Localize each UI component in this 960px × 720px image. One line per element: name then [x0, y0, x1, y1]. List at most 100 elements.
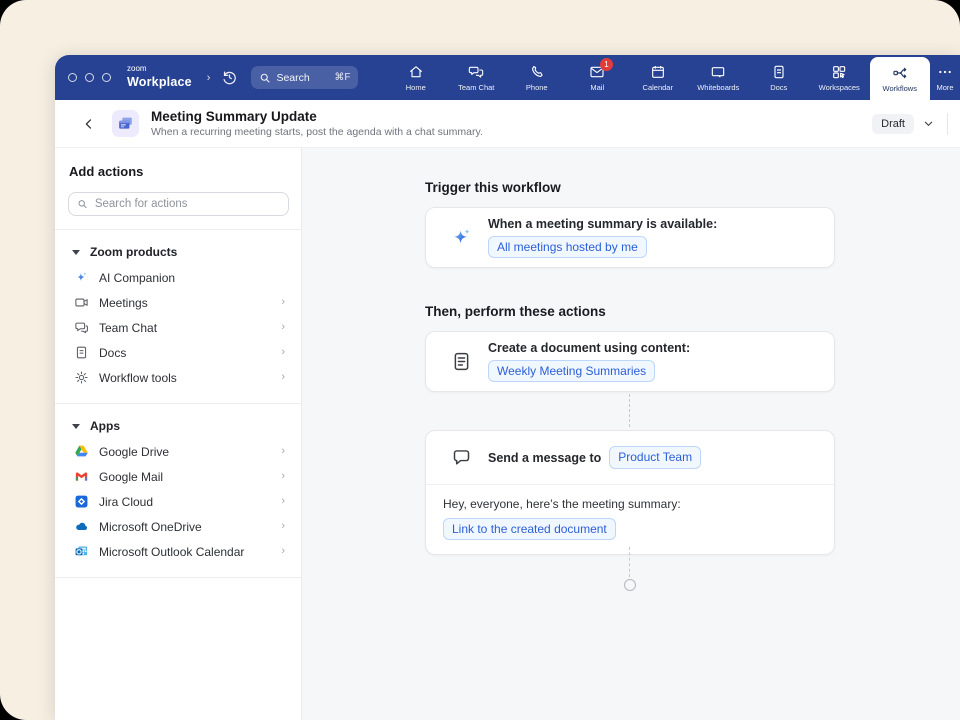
window-control-dot[interactable] [68, 73, 77, 82]
sidebar-divider [55, 229, 301, 230]
create-document-text: Create a document using content: [488, 341, 690, 355]
file-icon [73, 345, 89, 361]
actions-search-input[interactable] [93, 197, 280, 211]
logo-workplace-text: Workplace [127, 75, 192, 89]
nav-item-workflows[interactable]: Workflows [870, 57, 931, 100]
trigger-text: When a meeting summary is available: [488, 217, 717, 231]
chevron-right-icon: › [281, 322, 285, 333]
connector-line [629, 394, 630, 427]
logo-zoom-text: zoom [127, 65, 192, 73]
sidebar-item-meetings[interactable]: Meetings › [68, 290, 289, 315]
trigger-heading: Trigger this workflow [425, 180, 561, 195]
google-drive-icon [73, 444, 89, 460]
workflow-subtitle: When a recurring meeting starts, post th… [151, 126, 483, 138]
search-icon [259, 72, 271, 84]
gear-icon [73, 370, 89, 386]
chevron-right-icon[interactable]: › [207, 72, 211, 84]
connector-line [629, 547, 630, 577]
collapse-triangle-icon [72, 250, 80, 255]
nav-item-home[interactable]: Home [386, 55, 447, 100]
nav-item-calendar[interactable]: Calendar [628, 55, 689, 100]
meetings-icon [73, 295, 89, 311]
send-message-card[interactable]: Send a message to Product Team Hey, ever… [425, 430, 835, 555]
ai-sparkle-icon [450, 226, 473, 249]
more-icon [937, 64, 953, 80]
sidebar-item-microsoft-onedrive[interactable]: Microsoft OneDrive › [68, 514, 289, 539]
whiteboards-icon [710, 64, 726, 80]
ai-sparkle-icon [73, 270, 89, 286]
recipient-chip[interactable]: Product Team [609, 446, 701, 468]
chevron-right-icon: › [281, 372, 285, 383]
nav-item-phone[interactable]: Phone [507, 55, 568, 100]
docs-icon [771, 64, 787, 80]
nav-items: Home Team Chat Phone 1 Mail Calend [386, 55, 960, 100]
workflow-title: Meeting Summary Update [151, 109, 483, 124]
chevron-right-icon: › [281, 546, 285, 557]
section-apps[interactable]: Apps [72, 419, 289, 433]
header-right: Draft [872, 113, 948, 135]
status-badge[interactable]: Draft [872, 114, 914, 134]
search-shortcut: ⌘F [334, 72, 350, 83]
chevron-right-icon: › [281, 496, 285, 507]
zoom-workplace-window: zoom Workplace › Search ⌘F Home [55, 55, 960, 720]
section-zoom-products[interactable]: Zoom products [72, 245, 289, 259]
calendar-icon [650, 64, 666, 80]
chevron-left-icon [82, 117, 96, 131]
document-title-chip[interactable]: Weekly Meeting Summaries [488, 360, 655, 382]
sidebar-item-workflow-tools[interactable]: Workflow tools › [68, 365, 289, 390]
global-search[interactable]: Search ⌘F [251, 66, 358, 89]
mail-badge: 1 [600, 58, 613, 71]
sidebar-item-jira-cloud[interactable]: Jira Cloud › [68, 489, 289, 514]
body-row: Add actions Zoom products [55, 148, 960, 720]
trigger-card[interactable]: When a meeting summary is available: All… [425, 207, 835, 268]
window-controls[interactable] [68, 73, 111, 82]
back-button[interactable] [82, 117, 96, 131]
outlook-calendar-icon [73, 544, 89, 560]
nav-item-whiteboards[interactable]: Whiteboards [688, 55, 749, 100]
workflow-title-block: Meeting Summary Update When a recurring … [151, 109, 483, 138]
header-divider [947, 113, 948, 135]
chevron-right-icon: › [281, 347, 285, 358]
workflow-header: Meeting Summary Update When a recurring … [55, 100, 960, 148]
workflow-thumbnail-icon [112, 110, 139, 137]
chat-bubble-icon [450, 446, 473, 469]
nav-item-workspaces[interactable]: Workspaces [809, 55, 870, 100]
jira-icon [73, 494, 89, 510]
home-icon [408, 64, 424, 80]
sidebar-heading: Add actions [69, 164, 289, 179]
sidebar-item-google-mail[interactable]: Google Mail › [68, 464, 289, 489]
screenshot-stage: zoom Workplace › Search ⌘F Home [0, 0, 960, 720]
send-message-text: Send a message to [488, 451, 601, 465]
status-chevron-down-icon[interactable] [923, 118, 934, 129]
sidebar-divider [55, 577, 301, 578]
flow-end-node [624, 579, 636, 591]
workflow-canvas: Trigger this workflow When a meeting sum… [302, 148, 960, 720]
nav-item-mail[interactable]: 1 Mail [567, 55, 628, 100]
nav-item-docs[interactable]: Docs [749, 55, 810, 100]
sidebar-item-google-drive[interactable]: Google Drive › [68, 439, 289, 464]
message-body-text: Hey, everyone, here’s the meeting summar… [443, 497, 817, 511]
actions-search-box[interactable] [68, 192, 289, 216]
nav-item-team-chat[interactable]: Team Chat [446, 55, 507, 100]
phone-icon [529, 64, 545, 80]
create-document-card[interactable]: Create a document using content: Weekly … [425, 331, 835, 392]
sidebar-item-microsoft-outlook-calendar[interactable]: Microsoft Outlook Calendar › [68, 539, 289, 564]
top-navbar: zoom Workplace › Search ⌘F Home [55, 55, 960, 100]
sidebar-item-team-chat[interactable]: Team Chat › [68, 315, 289, 340]
history-icon[interactable] [221, 69, 238, 86]
trigger-scope-chip[interactable]: All meetings hosted by me [488, 236, 647, 258]
window-control-dot[interactable] [85, 73, 94, 82]
document-link-chip[interactable]: Link to the created document [443, 518, 616, 540]
sidebar-item-docs[interactable]: Docs › [68, 340, 289, 365]
zoom-workplace-logo: zoom Workplace [127, 65, 192, 90]
sidebar-item-ai-companion[interactable]: AI Companion [68, 265, 289, 290]
nav-item-more[interactable]: More [930, 55, 960, 100]
chevron-right-icon: › [281, 521, 285, 532]
window-control-dot[interactable] [102, 73, 111, 82]
chevron-right-icon: › [281, 471, 285, 482]
chat-icon [73, 320, 89, 336]
team-chat-icon [468, 64, 484, 80]
onedrive-icon [73, 519, 89, 535]
search-placeholder: Search [276, 72, 309, 84]
add-actions-sidebar: Add actions Zoom products [55, 148, 302, 720]
